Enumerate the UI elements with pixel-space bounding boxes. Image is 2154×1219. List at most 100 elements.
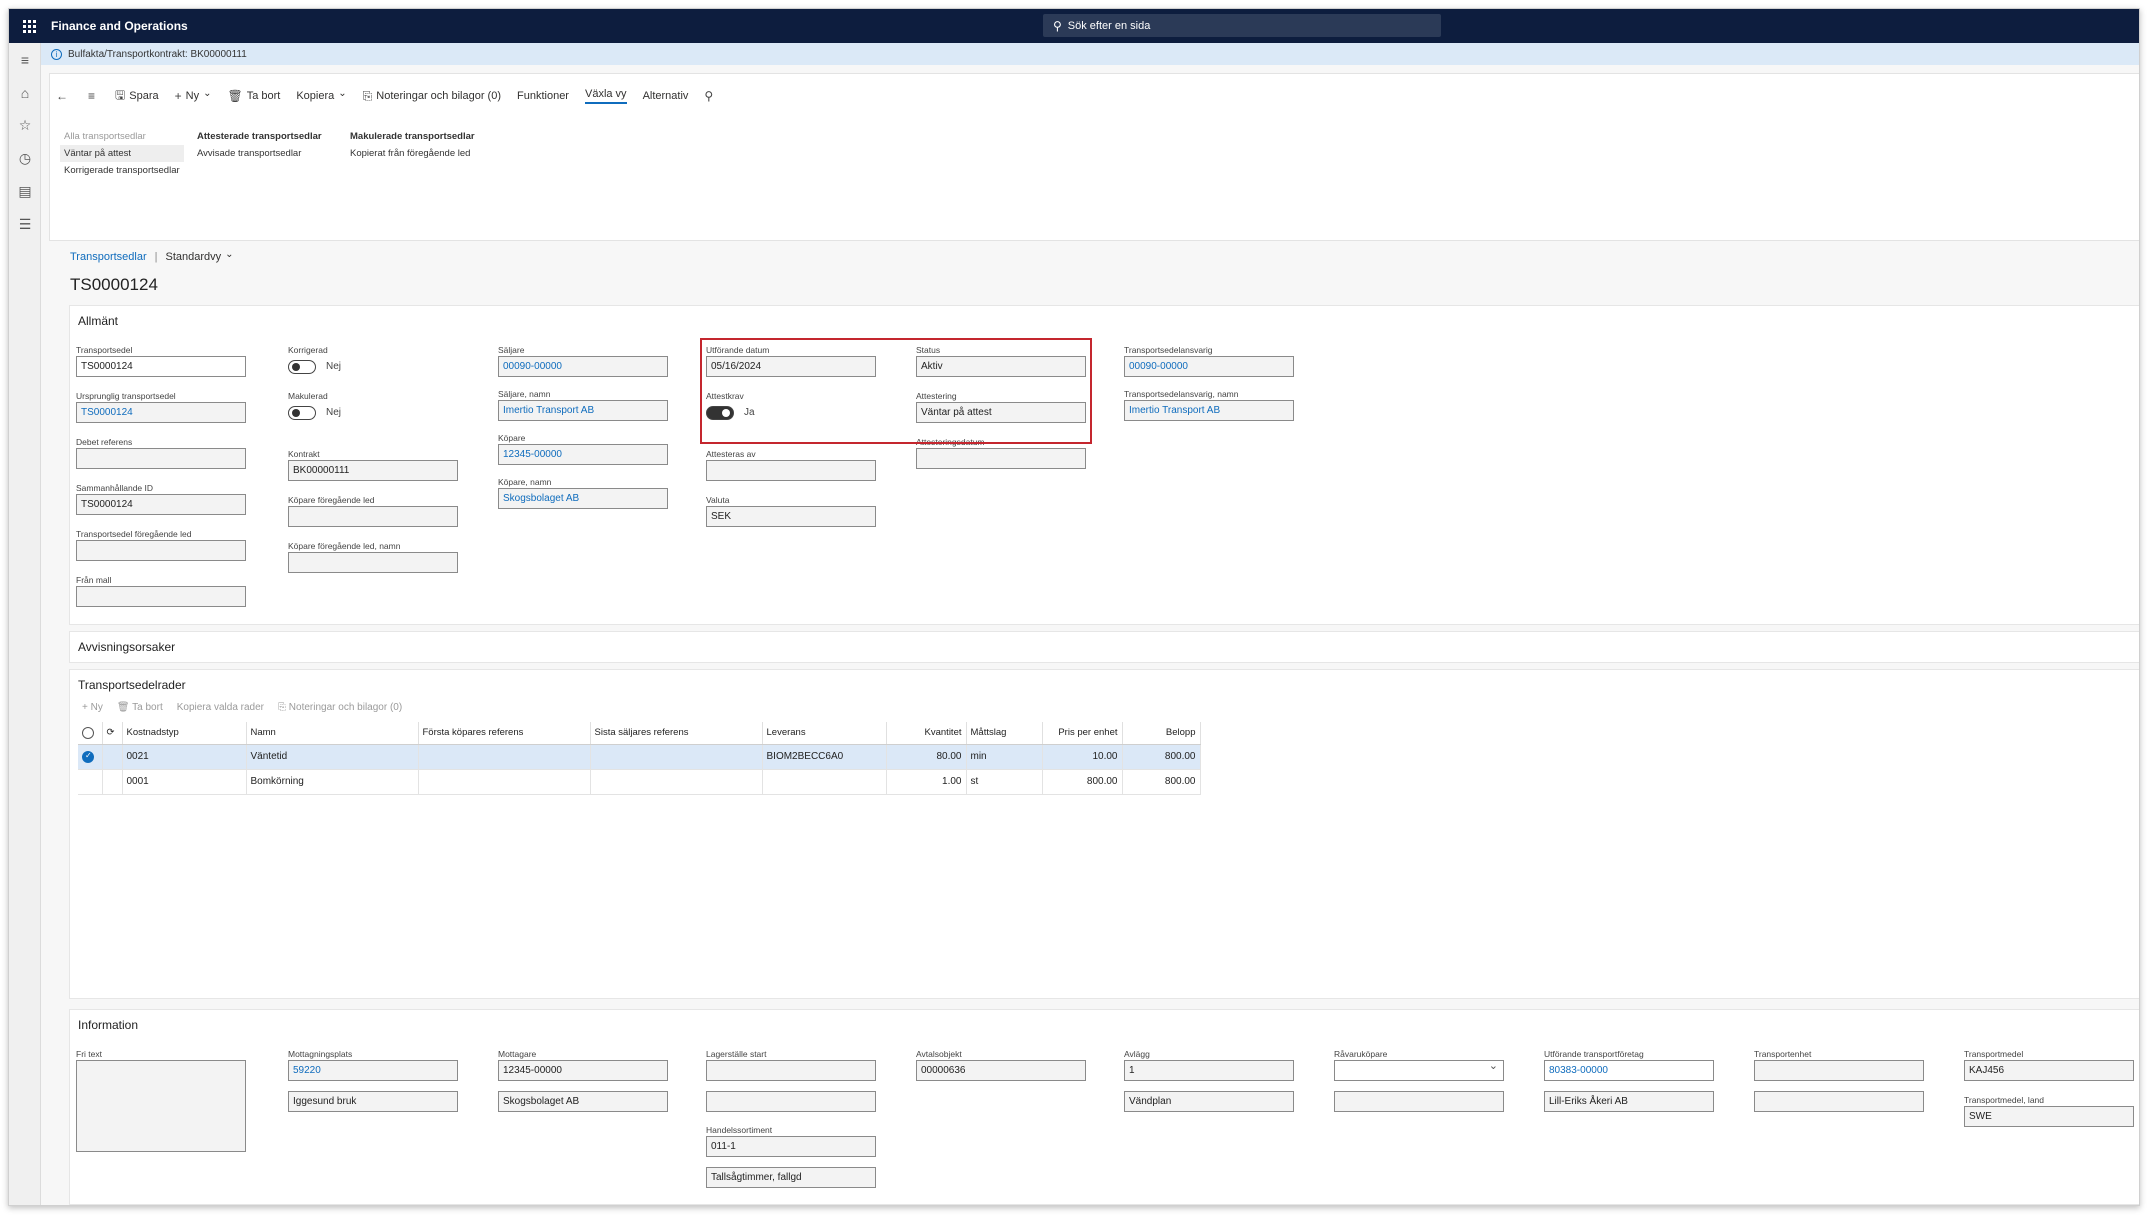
lines-notes-button[interactable]: ⎘ Noteringar och bilagor (0)	[278, 702, 402, 713]
raw-material-buyer-field: Råvaruköpare	[1334, 1048, 1504, 1112]
responsible-input[interactable]: 00090-00000	[1124, 356, 1294, 377]
functions-tab[interactable]: Funktioner	[517, 90, 569, 102]
hamburger-menu-icon[interactable]: ≡	[9, 43, 41, 76]
col-delivery[interactable]: Leverans	[762, 722, 887, 745]
view-awaiting-approval[interactable]: Väntar på attest	[60, 145, 184, 162]
start-warehouse-input[interactable]	[706, 1060, 876, 1081]
executing-carrier-input[interactable]: 80383-00000	[1544, 1060, 1714, 1081]
col-name[interactable]: Namn	[246, 722, 419, 745]
lines-delete-button[interactable]: 🗑 Ta bort	[117, 702, 163, 713]
transport-unit-input[interactable]	[1754, 1060, 1924, 1081]
linking-id-field: Sammanhållande ID TS0000124	[76, 482, 246, 515]
row-select-checkbox[interactable]	[78, 744, 103, 770]
receiver-input[interactable]: 12345-00000	[498, 1060, 668, 1081]
view-selector[interactable]: Standardvy	[165, 251, 221, 263]
vehicle-input[interactable]: KAJ456	[1964, 1060, 2134, 1081]
view-cancelled-transport-notes[interactable]: Makulerade transportsedlar	[350, 128, 475, 145]
transport-notes-link[interactable]: Transportsedlar	[70, 251, 147, 263]
back-button[interactable]: ←	[56, 89, 72, 103]
vehicle-country-input[interactable]: SWE	[1964, 1106, 2134, 1127]
general-section-title[interactable]: Allmänt	[78, 314, 118, 328]
save-button[interactable]: 🖫 Spara	[115, 86, 159, 107]
list-view-button[interactable]: ≡	[88, 89, 99, 103]
select-all-checkbox[interactable]	[78, 722, 103, 745]
table-row[interactable]: 0001 Bomkörning 1.00 st 800.00 800.00	[78, 769, 1201, 795]
view-approved-transport-notes[interactable]: Attesterade transportsedlar	[197, 128, 322, 145]
approved-by-field: Attesteras av	[706, 448, 876, 481]
buyer-input[interactable]: 12345-00000	[498, 444, 668, 465]
responsible-field: Transportsedelansvarig 00090-00000	[1124, 344, 1294, 377]
approval-date-input[interactable]	[916, 448, 1086, 469]
table-row[interactable]: 0021 Väntetid BIOM2BECC6A0 80.00 min 10.…	[78, 744, 1201, 770]
col-unit[interactable]: Måttslag	[966, 722, 1043, 745]
approved-by-input[interactable]	[706, 460, 876, 481]
row-select-checkbox[interactable]	[78, 769, 103, 795]
corrected-toggle[interactable]	[288, 359, 316, 374]
global-search-input[interactable]: ⚲ Sök efter en sida	[1043, 14, 1441, 37]
raw-material-buyer-name-input[interactable]	[1334, 1091, 1504, 1112]
view-copied-from-previous[interactable]: Kopierat från föregående led	[350, 145, 475, 162]
modules-list-icon[interactable]: ☰	[9, 208, 41, 241]
lines-copy-selected-button[interactable]: Kopiera valda rader	[177, 702, 264, 713]
debit-reference-input[interactable]	[76, 448, 246, 469]
receiver-name-input[interactable]: Skogsbolaget AB	[498, 1091, 668, 1112]
recent-clock-icon[interactable]: ◷	[9, 142, 41, 175]
original-transport-note-input[interactable]: TS0000124	[76, 402, 246, 423]
options-tab[interactable]: Alternativ	[643, 90, 689, 102]
navigation-rail: ≡ ⌂ ☆ ◷ ▤ ☰	[9, 43, 41, 1205]
linking-id-input[interactable]: TS0000124	[76, 494, 246, 515]
raw-material-buyer-dropdown[interactable]	[1334, 1060, 1504, 1081]
favorites-star-icon[interactable]: ☆	[9, 109, 41, 142]
notes-attachments-button[interactable]: ⎘ Noteringar och bilagor (0)	[363, 89, 501, 104]
lines-new-button[interactable]: + Ny	[82, 702, 103, 713]
free-text-input[interactable]	[76, 1060, 246, 1152]
previous-buyer-name-input[interactable]	[288, 552, 458, 573]
executing-carrier-name-input[interactable]: Lill-Eriks Åkeri AB	[1544, 1091, 1714, 1112]
delete-button[interactable]: 🗑 Ta bort	[227, 89, 280, 103]
switch-view-tab[interactable]: Växla vy	[584, 88, 627, 104]
agreement-object-input[interactable]: 00000636	[916, 1060, 1086, 1081]
col-quantity[interactable]: Kvantitet	[886, 722, 967, 745]
search-button[interactable]: ⚲	[704, 89, 717, 103]
highlight-annotation	[700, 338, 1092, 444]
chevron-down-icon[interactable]: ⌄	[225, 249, 233, 260]
trade-assortment-input[interactable]: 011-1	[706, 1136, 876, 1157]
contract-input[interactable]: BK00000111	[288, 460, 458, 481]
plus-icon: +	[174, 89, 182, 103]
col-cost-type[interactable]: Kostnadstyp	[122, 722, 247, 745]
start-warehouse-name-input[interactable]	[706, 1091, 876, 1112]
rejection-reasons-title[interactable]: Avvisningsorsaker	[78, 640, 175, 654]
seller-input[interactable]: 00090-00000	[498, 356, 668, 377]
responsible-name-input[interactable]: Imertio Transport AB	[1124, 400, 1294, 421]
currency-field: Valuta SEK	[706, 494, 876, 527]
view-corrected-transport-notes[interactable]: Korrigerade transportsedlar	[64, 162, 184, 179]
home-icon[interactable]: ⌂	[9, 76, 41, 109]
workspaces-icon[interactable]: ▤	[9, 175, 41, 208]
refresh-icon[interactable]: ⟳	[102, 722, 123, 745]
transport-lines-title[interactable]: Transportsedelrader	[78, 678, 186, 692]
landing-name-input[interactable]: Vändplan	[1124, 1091, 1294, 1112]
seller-name-input[interactable]: Imertio Transport AB	[498, 400, 668, 421]
from-template-input[interactable]	[76, 586, 246, 607]
transport-note-input[interactable]: TS0000124	[76, 356, 246, 377]
transport-unit-name-input[interactable]	[1754, 1091, 1924, 1112]
view-all-transport-notes[interactable]: Alla transportsedlar	[64, 128, 184, 145]
new-button[interactable]: + Ny	[175, 89, 212, 103]
landing-input[interactable]: 1	[1124, 1060, 1294, 1081]
information-title[interactable]: Information	[78, 1018, 138, 1032]
trade-assortment-name-input[interactable]: Tallsågtimmer, fallgd	[706, 1167, 876, 1188]
cancelled-toggle[interactable]	[288, 405, 316, 420]
receiving-place-name-input[interactable]: Iggesund bruk	[288, 1091, 458, 1112]
col-amount[interactable]: Belopp	[1122, 722, 1201, 745]
previous-transport-note-input[interactable]	[76, 540, 246, 561]
previous-buyer-input[interactable]	[288, 506, 458, 527]
buyer-name-input[interactable]: Skogsbolaget AB	[498, 488, 668, 509]
view-rejected-transport-notes[interactable]: Avvisade transportsedlar	[197, 145, 322, 162]
currency-input[interactable]: SEK	[706, 506, 876, 527]
receiving-place-input[interactable]: 59220	[288, 1060, 458, 1081]
col-unit-price[interactable]: Pris per enhet	[1042, 722, 1123, 745]
app-launcher-icon[interactable]	[9, 9, 49, 43]
copy-button[interactable]: Kopiera	[296, 90, 346, 102]
col-last-seller-ref[interactable]: Sista säljares referens	[590, 722, 763, 745]
col-first-buyer-ref[interactable]: Första köpares referens	[418, 722, 591, 745]
